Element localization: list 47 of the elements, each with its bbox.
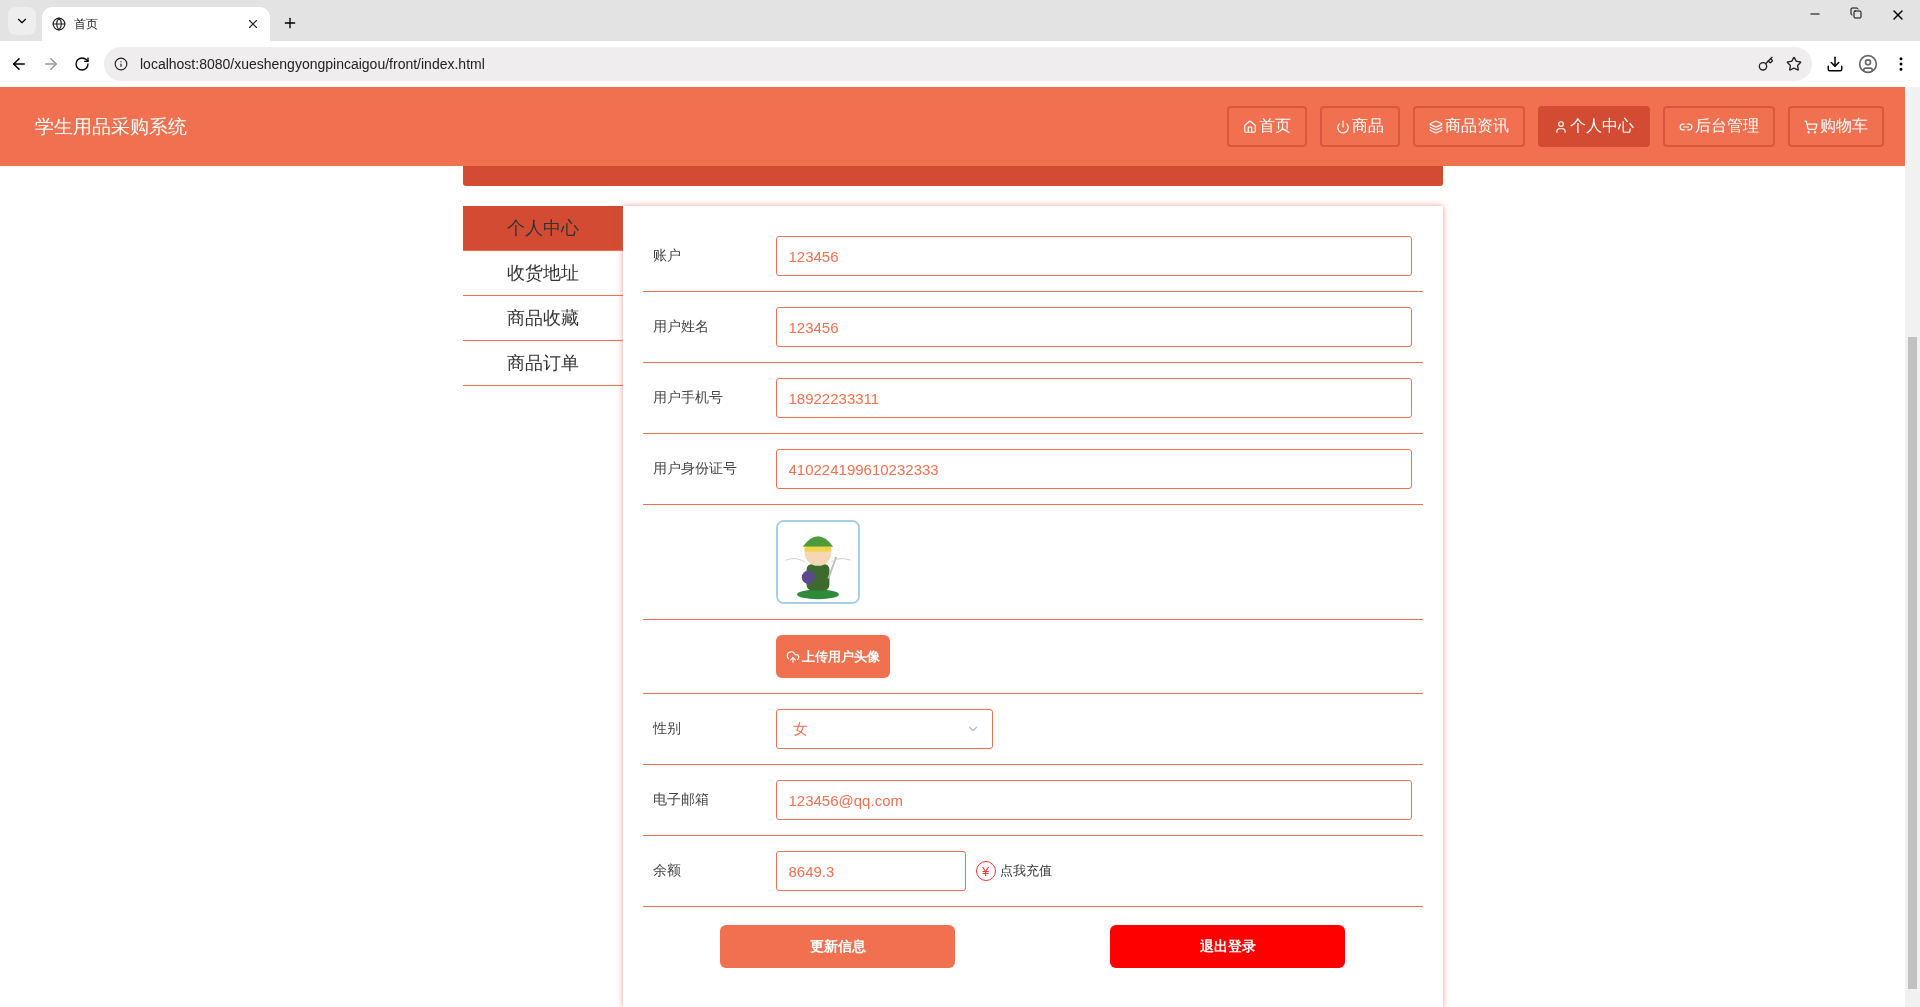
nav-button[interactable]: 后台管理 bbox=[1663, 106, 1775, 147]
download-icon[interactable] bbox=[1826, 55, 1844, 73]
nav-button[interactable]: 商品资讯 bbox=[1413, 106, 1525, 147]
nav-button[interactable]: 商品 bbox=[1320, 106, 1400, 147]
browser-tab[interactable]: 首页 bbox=[42, 7, 270, 41]
power-icon bbox=[1336, 119, 1350, 134]
star-icon[interactable] bbox=[1786, 56, 1802, 72]
field-label: 余额 bbox=[651, 862, 682, 880]
field-label: 用户身份证号 bbox=[651, 460, 738, 478]
cloud-upload-icon bbox=[785, 649, 800, 664]
input-field[interactable]: 123456@qq.com bbox=[775, 780, 1412, 820]
globe-icon bbox=[52, 17, 66, 31]
back-icon[interactable] bbox=[10, 55, 28, 73]
user-icon bbox=[1554, 119, 1568, 134]
layers-icon bbox=[1429, 119, 1443, 134]
upload-button[interactable]: 上传用户头像 bbox=[775, 635, 890, 678]
key-icon[interactable] bbox=[1758, 56, 1774, 72]
update-button[interactable]: 更新信息 bbox=[720, 925, 955, 968]
scrollbar-thumb[interactable] bbox=[1908, 337, 1917, 989]
cart-icon bbox=[1804, 119, 1818, 134]
field-label: 用户手机号 bbox=[651, 389, 724, 407]
close-icon[interactable] bbox=[246, 17, 260, 31]
recharge-link[interactable]: 点我充值 bbox=[999, 862, 1052, 880]
field-label: 性别 bbox=[651, 720, 682, 738]
nav-button[interactable]: 个人中心 bbox=[1538, 106, 1650, 147]
new-tab-icon[interactable] bbox=[282, 15, 298, 31]
field-label: 账户 bbox=[651, 247, 682, 265]
input-field[interactable]: 8649.3 bbox=[775, 851, 966, 891]
input-field[interactable]: 123456 bbox=[775, 307, 1412, 347]
profile-icon[interactable] bbox=[1858, 54, 1878, 74]
logout-button[interactable]: 退出登录 bbox=[1110, 925, 1345, 968]
field-label: 电子邮箱 bbox=[651, 791, 710, 809]
field-label: 用户姓名 bbox=[651, 318, 710, 336]
nav-button[interactable]: 首页 bbox=[1227, 106, 1307, 147]
reload-icon[interactable] bbox=[74, 56, 90, 72]
nav-button[interactable]: 购物车 bbox=[1788, 106, 1884, 147]
site-title: 学生用品采购系统 bbox=[35, 114, 188, 139]
select-field[interactable]: 女 bbox=[775, 709, 993, 749]
input-field[interactable]: 123456 bbox=[775, 236, 1412, 276]
forward-icon[interactable] bbox=[42, 55, 60, 73]
restore-icon[interactable] bbox=[1850, 6, 1862, 19]
address-bar[interactable]: localhost:8080/xueshengyongpincaigou/front/index.html bbox=[104, 47, 1812, 81]
sidebar-item[interactable]: 个人中心 bbox=[462, 206, 623, 251]
info-icon bbox=[114, 57, 128, 71]
input-field[interactable]: 18922233311 bbox=[775, 378, 1412, 418]
input-field[interactable]: 410224199610232333 bbox=[775, 449, 1412, 489]
home-icon bbox=[1243, 119, 1257, 134]
